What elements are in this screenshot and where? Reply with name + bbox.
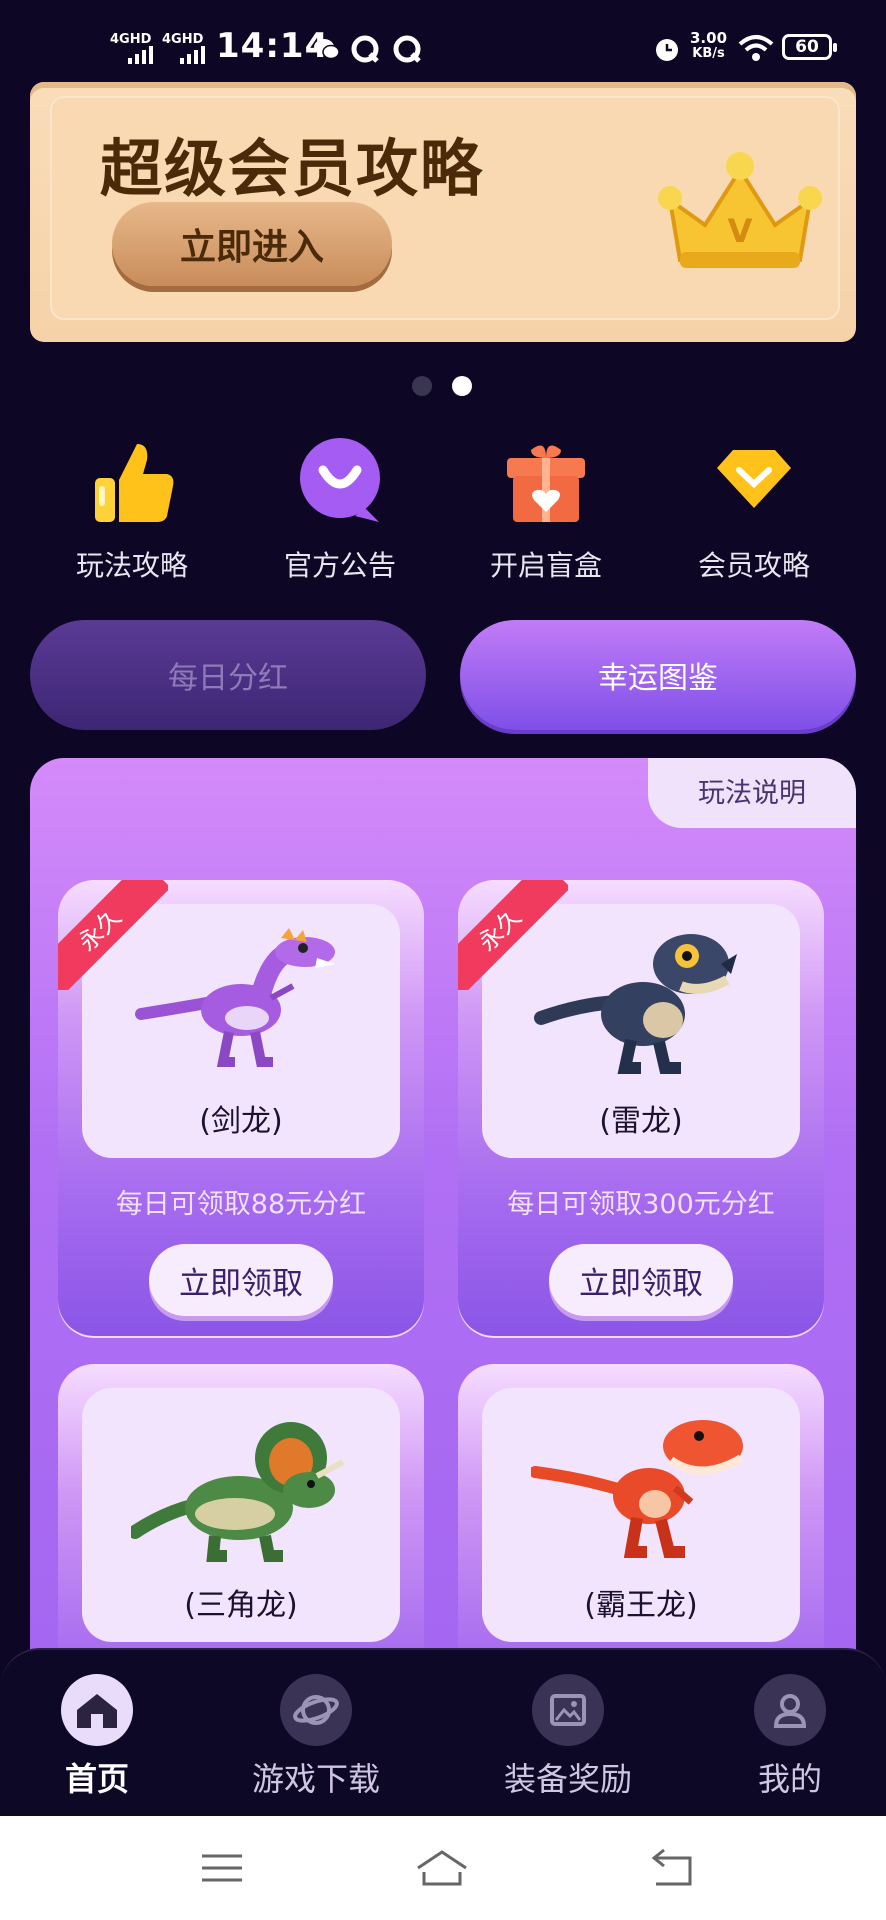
menu-icon[interactable] bbox=[192, 1846, 252, 1890]
nav-game-download[interactable]: 游戏下载 bbox=[236, 1674, 396, 1800]
nav-label: 装备奖励 bbox=[503, 1760, 632, 1798]
carousel-dot-2[interactable] bbox=[452, 376, 472, 396]
wifi-icon bbox=[738, 35, 774, 61]
image-icon bbox=[532, 1674, 604, 1746]
bottom-navigation: 首页 游戏下载 装备奖励 我的 bbox=[0, 1648, 886, 1818]
crown-icon: V bbox=[658, 152, 822, 268]
quick-menu: 玩法攻略 官方公告 开启盲盒 会员攻略 bbox=[0, 436, 886, 582]
dino-name: (三角龙) bbox=[184, 1588, 298, 1623]
claim-now-button[interactable]: 立即领取 bbox=[149, 1244, 333, 1316]
t-rex-dino-icon bbox=[531, 1420, 744, 1558]
nav-equipment-rewards[interactable]: 装备奖励 bbox=[488, 1674, 648, 1800]
quick-menu-label: 开启盲盒 bbox=[489, 549, 602, 582]
thumbs-up-icon bbox=[95, 444, 174, 522]
nav-label: 首页 bbox=[64, 1760, 129, 1798]
back-icon[interactable] bbox=[642, 1846, 702, 1890]
triceratops-dino-icon bbox=[131, 1422, 345, 1562]
dino-card: 永久 (雷龙) 每日可领取300元分红 立即领取 bbox=[458, 880, 824, 1338]
tab-daily-dividend[interactable]: 每日分红 bbox=[30, 620, 426, 730]
home-button-icon[interactable] bbox=[412, 1846, 472, 1890]
nav-profile[interactable]: 我的 bbox=[740, 1674, 840, 1800]
daily-reward-text: 每日可领取88元分红 bbox=[115, 1189, 367, 1220]
dino-name: (剑龙) bbox=[199, 1104, 283, 1139]
home-icon bbox=[61, 1674, 133, 1746]
sim1-network-label: 4GHD bbox=[110, 32, 152, 47]
nav-label: 游戏下载 bbox=[251, 1760, 380, 1798]
sim2-signal-icon bbox=[180, 46, 205, 64]
daily-reward-text: 每日可领取300元分红 bbox=[507, 1189, 775, 1220]
collection-panel: 玩法说明 永久 (剑龙) 每日可领取88元分红 立即领取 永久 (雷龙) 每日可… bbox=[30, 758, 856, 1768]
dino-name: (雷龙) bbox=[599, 1104, 683, 1139]
planet-icon bbox=[280, 1674, 352, 1746]
quick-menu-label: 会员攻略 bbox=[697, 549, 810, 582]
nav-label: 我的 bbox=[757, 1760, 822, 1798]
nav-home[interactable]: 首页 bbox=[52, 1674, 142, 1800]
permanent-badge-label: 永久 bbox=[58, 880, 168, 990]
diamond-icon bbox=[717, 450, 791, 508]
battery-indicator: 60 bbox=[782, 34, 837, 60]
permanent-badge: 永久 bbox=[58, 880, 168, 990]
qq-browser-icon bbox=[351, 35, 379, 63]
quick-menu-member-guide[interactable]: 会员攻略 bbox=[654, 436, 854, 584]
dino-image-frame: (霸王龙) bbox=[482, 1388, 800, 1642]
sim1-signal-icon bbox=[128, 46, 153, 64]
system-navigation-bar bbox=[0, 1816, 886, 1920]
alarm-icon bbox=[656, 39, 678, 61]
permanent-badge: 永久 bbox=[458, 880, 568, 990]
carousel-indicator bbox=[412, 376, 472, 396]
gift-box-icon bbox=[507, 445, 585, 522]
quick-menu-official-notice[interactable]: 官方公告 bbox=[240, 436, 440, 584]
carousel-dot-1[interactable] bbox=[412, 376, 432, 396]
quick-menu-label: 官方公告 bbox=[283, 549, 396, 582]
user-icon bbox=[754, 1674, 826, 1746]
status-bar: 4GHD 4GHD 14:14 3.00 KB/s 60 bbox=[0, 0, 886, 78]
sim2-network-label: 4GHD bbox=[162, 32, 204, 47]
quick-menu-open-blind-box[interactable]: 开启盲盒 bbox=[446, 436, 646, 584]
permanent-badge-label: 永久 bbox=[458, 880, 568, 990]
tab-lucky-collection[interactable]: 幸运图鉴 bbox=[460, 620, 856, 730]
dino-card: 永久 (剑龙) 每日可领取88元分红 立即领取 bbox=[58, 880, 424, 1338]
dino-image-frame: (三角龙) bbox=[82, 1388, 400, 1642]
qq-browser-icon-2 bbox=[393, 35, 421, 63]
chat-bubble-icon bbox=[300, 438, 380, 522]
wechat-icon bbox=[314, 39, 340, 60]
gameplay-rules-button[interactable]: 玩法说明 bbox=[648, 758, 856, 828]
crown-letter: V bbox=[728, 212, 753, 250]
dino-name: (霸王龙) bbox=[584, 1588, 698, 1623]
network-speed: 3.00 KB/s bbox=[690, 29, 728, 61]
enter-now-button[interactable]: 立即进入 bbox=[112, 202, 392, 286]
quick-menu-label: 玩法攻略 bbox=[75, 549, 188, 582]
banner-title: 超级会员攻略 bbox=[100, 132, 485, 205]
quick-menu-gameplay-guide[interactable]: 玩法攻略 bbox=[32, 436, 232, 584]
claim-now-button[interactable]: 立即领取 bbox=[549, 1244, 733, 1316]
